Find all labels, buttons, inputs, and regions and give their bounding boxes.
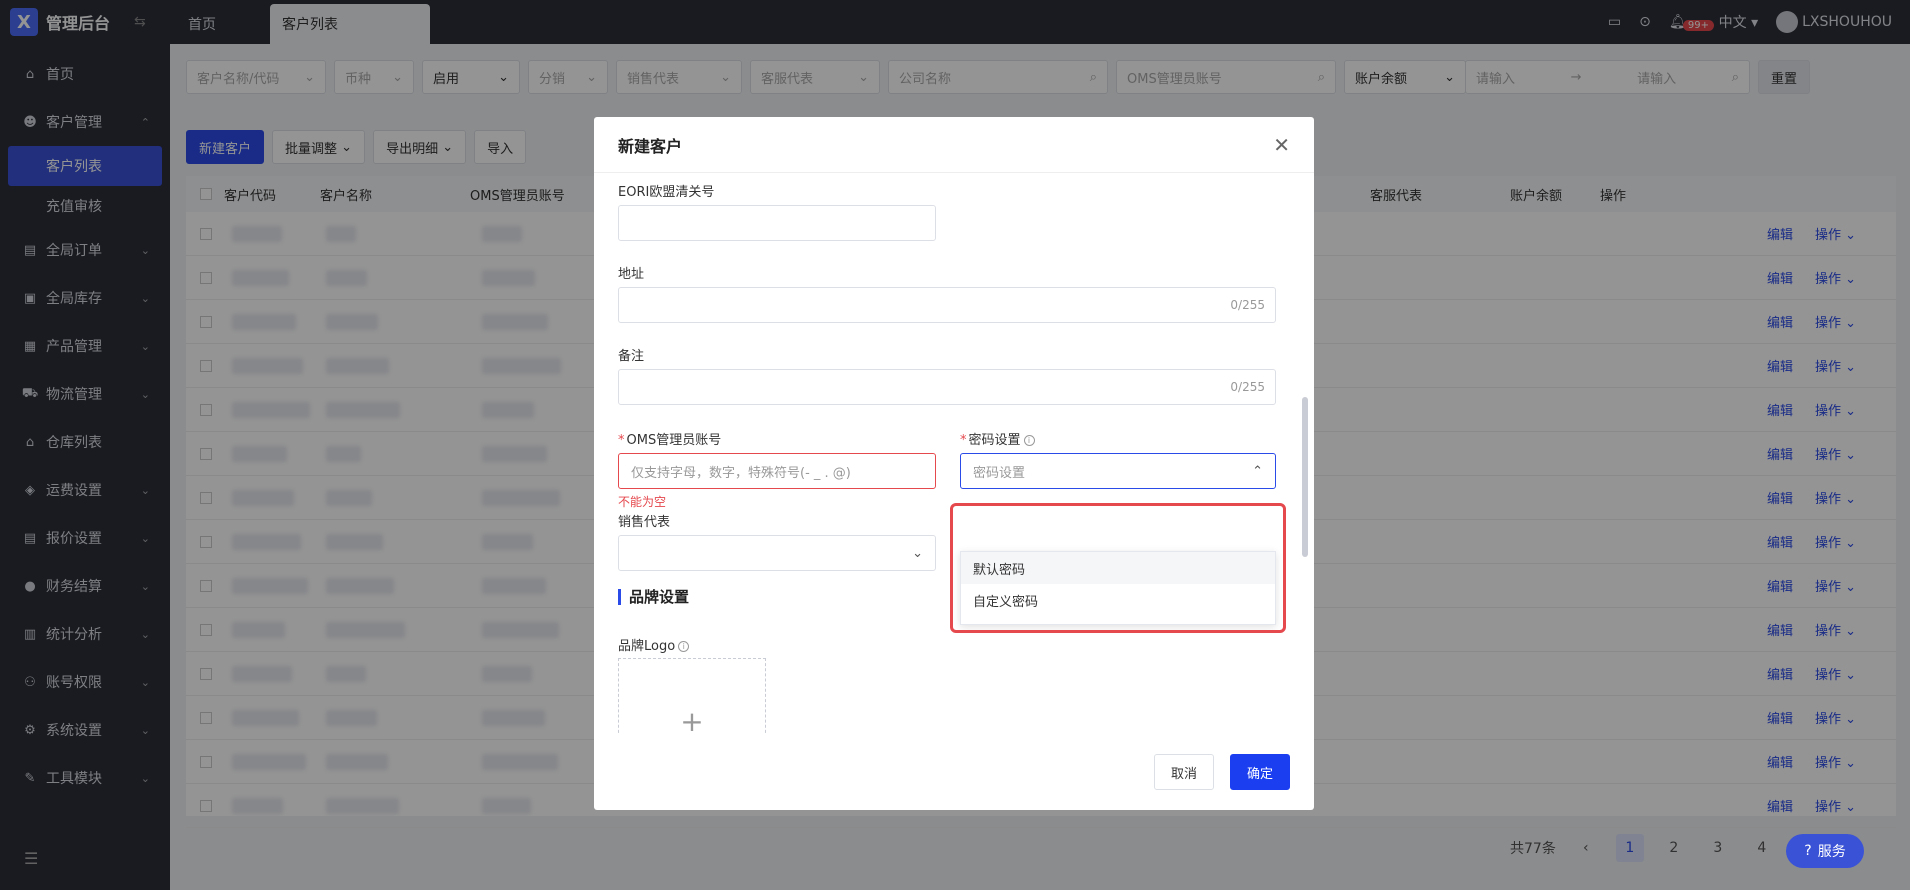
chevron-down-icon: ⌄ [912, 545, 923, 561]
info-icon[interactable]: i [678, 641, 690, 652]
logo-upload[interactable]: + [618, 658, 766, 733]
button-label: 确定 [1246, 766, 1273, 782]
label-text: 品牌Logo [618, 639, 676, 654]
brand-logo-label: 品牌Logo i [618, 635, 690, 654]
remark-count: 0/255 [1230, 380, 1265, 394]
button-label: 取消 [1170, 766, 1197, 782]
modal-scrollbar[interactable] [1302, 397, 1308, 557]
required-mark: * [618, 433, 625, 448]
brand-section-title: 品牌设置 [618, 589, 689, 605]
remark-label: 备注 [618, 349, 645, 364]
new-customer-modal: 新建客户 ✕ EORI欧盟清关号 地址 0/255 备注 0/255 * OMS管… [594, 117, 1314, 810]
close-icon[interactable]: ✕ [1273, 133, 1290, 157]
confirm-button[interactable]: 确定 [1229, 754, 1290, 790]
help-icon: ? [1804, 843, 1812, 859]
modal-title: 新建客户 [618, 136, 683, 156]
oms-account-label: * OMS管理员账号 [618, 429, 721, 448]
modal-footer: 取消 确定 [1153, 754, 1290, 790]
address-input[interactable]: 0/255 [618, 287, 1276, 323]
oms-error-message: 不能为空 [618, 495, 667, 509]
placeholder: 仅支持字母，数字，特殊符号(- _ . @) [631, 465, 851, 481]
sales-rep-select[interactable]: ⌄ [618, 535, 936, 571]
placeholder: 密码设置 [973, 465, 1026, 481]
modal-header: 新建客户 ✕ [594, 117, 1314, 173]
eori-input[interactable] [618, 205, 936, 241]
service-button[interactable]: ? 服务 [1786, 834, 1864, 868]
info-icon[interactable]: i [1023, 435, 1035, 446]
label-text: OMS管理员账号 [626, 433, 722, 448]
plus-icon: + [680, 705, 704, 733]
highlight-box [950, 503, 1286, 633]
oms-account-input[interactable]: 仅支持字母，数字，特殊符号(- _ . @) [618, 453, 936, 489]
cancel-button[interactable]: 取消 [1153, 754, 1214, 790]
password-select[interactable]: 密码设置 ⌃ [960, 453, 1276, 489]
sales-rep-label: 销售代表 [618, 515, 671, 530]
password-label: * 密码设置 i [960, 429, 1035, 448]
button-label: 服务 [1817, 844, 1846, 860]
modal-body: EORI欧盟清关号 地址 0/255 备注 0/255 * OMS管理员账号 仅支… [594, 173, 1314, 733]
eori-label: EORI欧盟清关号 [618, 185, 715, 200]
chevron-up-icon: ⌃ [1252, 463, 1263, 479]
label-text: 密码设置 [968, 433, 1021, 448]
address-label: 地址 [618, 267, 645, 282]
address-count: 0/255 [1230, 298, 1265, 312]
remark-input[interactable]: 0/255 [618, 369, 1276, 405]
required-mark: * [960, 433, 967, 448]
